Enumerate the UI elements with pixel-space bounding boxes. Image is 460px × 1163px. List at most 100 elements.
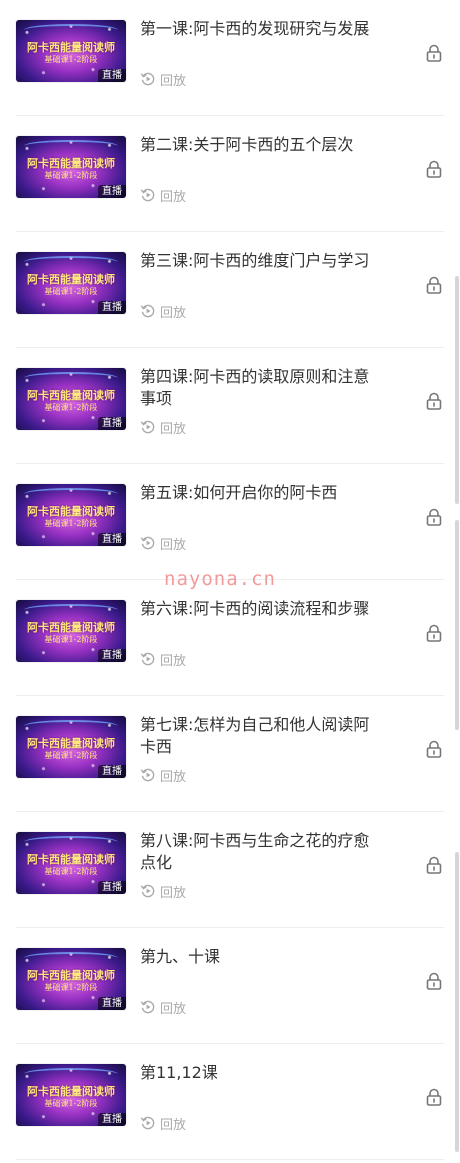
lesson-item[interactable]: 阿卡西能量阅读师 基础课1-2阶段 直播 第九、十课 回放 [0, 928, 460, 1044]
replay-label[interactable]: 回放 [140, 882, 187, 901]
live-badge: 直播 [98, 997, 126, 1010]
replay-label[interactable]: 回放 [140, 186, 187, 205]
replay-text: 回放 [160, 73, 187, 89]
thumbnail-subtitle: 基础课1-2阶段 [44, 287, 98, 296]
replay-icon [140, 1000, 155, 1014]
lesson-title[interactable]: 第一课:阿卡西的发现研究与发展 [140, 18, 380, 40]
replay-icon [140, 768, 155, 782]
lesson-thumbnail[interactable]: 阿卡西能量阅读师 基础课1-2阶段 直播 [16, 832, 126, 894]
lesson-thumbnail[interactable]: 阿卡西能量阅读师 基础课1-2阶段 直播 [16, 600, 126, 662]
replay-icon [140, 188, 155, 202]
replay-label[interactable]: 回放 [140, 1114, 187, 1133]
lesson-thumbnail[interactable]: 阿卡西能量阅读师 基础课1-2阶段 直播 [16, 948, 126, 1010]
lesson-title[interactable]: 第11,12课 [140, 1062, 380, 1084]
thumbnail-arch [24, 1068, 118, 1080]
replay-label[interactable]: 回放 [140, 650, 187, 669]
replay-icon [140, 304, 155, 318]
live-badge: 直播 [98, 765, 126, 778]
lesson-thumbnail[interactable]: 阿卡西能量阅读师 基础课1-2阶段 直播 [16, 1064, 126, 1126]
lesson-item[interactable]: 阿卡西能量阅读师 基础课1-2阶段 直播 第七课:怎样为自己和他人阅读阿卡西 回放 [0, 696, 460, 812]
replay-icon [140, 884, 155, 898]
lock-icon[interactable] [424, 275, 444, 295]
live-badge: 直播 [98, 417, 126, 430]
lesson-title[interactable]: 第二课:关于阿卡西的五个层次 [140, 134, 380, 156]
thumbnail-subtitle: 基础课1-2阶段 [44, 635, 98, 644]
live-badge: 直播 [98, 1113, 126, 1126]
lock-icon[interactable] [424, 623, 444, 643]
scrollbar-bottom[interactable] [455, 852, 459, 1152]
lesson-item[interactable]: 阿卡西能量阅读师 基础课1-2阶段 直播 第四课:阿卡西的读取原则和注意事项回放 [0, 348, 460, 464]
thumbnail-arch [24, 836, 118, 848]
replay-text: 回放 [160, 885, 187, 901]
thumbnail-title: 阿卡西能量阅读师 [27, 853, 115, 866]
lock-icon[interactable] [424, 391, 444, 411]
thumbnail-arch [24, 140, 118, 152]
thumbnail-arch [24, 256, 118, 268]
lesson-title[interactable]: 第六课:阿卡西的阅读流程和步骤 [140, 598, 380, 620]
thumbnail-arch [24, 720, 118, 732]
replay-text: 回放 [160, 305, 187, 321]
lesson-title[interactable]: 第七课:怎样为自己和他人阅读阿卡西 [140, 714, 380, 758]
lesson-item[interactable]: 阿卡西能量阅读师 基础课1-2阶段 直播 第八课:阿卡西与生命之花的疗愈点化 回放 [0, 812, 460, 928]
lesson-item[interactable]: 阿卡西能量阅读师 基础课1-2阶段 直播 第五课:如何开启你的阿卡西 回放 [0, 464, 460, 580]
replay-label[interactable]: 回放 [140, 418, 187, 437]
replay-label[interactable]: 回放 [140, 766, 186, 785]
lesson-thumbnail[interactable]: 阿卡西能量阅读师 基础课1-2阶段 直播 [16, 252, 126, 314]
replay-text: 回放 [160, 1001, 187, 1017]
live-badge: 直播 [98, 301, 126, 314]
lock-icon[interactable] [424, 507, 444, 527]
thumbnail-subtitle: 基础课1-2阶段 [44, 983, 98, 992]
replay-text: 回放 [160, 653, 187, 669]
live-badge: 直播 [98, 533, 126, 546]
replay-icon [140, 652, 155, 666]
lesson-item[interactable]: 阿卡西能量阅读师 基础课1-2阶段 直播 第二课:关于阿卡西的五个层次回放 [0, 116, 460, 232]
live-badge: 直播 [98, 649, 126, 662]
lesson-item[interactable]: 阿卡西能量阅读师 基础课1-2阶段 直播 第六课:阿卡西的阅读流程和步骤 回放 [0, 580, 460, 696]
lock-icon[interactable] [424, 739, 444, 759]
lesson-thumbnail[interactable]: 阿卡西能量阅读师 基础课1-2阶段 直播 [16, 368, 126, 430]
thumbnail-title: 阿卡西能量阅读师 [27, 969, 115, 982]
thumbnail-title: 阿卡西能量阅读师 [27, 621, 115, 634]
lock-icon[interactable] [424, 43, 444, 63]
thumbnail-subtitle: 基础课1-2阶段 [44, 519, 98, 528]
lesson-title[interactable]: 第三课:阿卡西的维度门户与学习 [140, 250, 380, 272]
lesson-thumbnail[interactable]: 阿卡西能量阅读师 基础课1-2阶段 直播 [16, 20, 126, 82]
thumbnail-arch [24, 372, 118, 384]
thumbnail-title: 阿卡西能量阅读师 [27, 737, 115, 750]
replay-label[interactable]: 回放 [140, 998, 187, 1017]
live-badge: 直播 [98, 185, 126, 198]
lock-icon[interactable] [424, 1087, 444, 1107]
lesson-thumbnail[interactable]: 阿卡西能量阅读师 基础课1-2阶段 直播 [16, 484, 126, 546]
scrollbar-lower[interactable] [455, 520, 459, 730]
thumbnail-subtitle: 基础课1-2阶段 [44, 867, 98, 876]
live-badge: 直播 [98, 881, 126, 894]
lesson-title[interactable]: 第九、十课 [140, 946, 380, 968]
lock-icon[interactable] [424, 971, 444, 991]
thumbnail-title: 阿卡西能量阅读师 [27, 505, 115, 518]
replay-label[interactable]: 回放 [140, 70, 187, 89]
thumbnail-subtitle: 基础课1-2阶段 [44, 171, 98, 180]
lesson-thumbnail[interactable]: 阿卡西能量阅读师 基础课1-2阶段 直播 [16, 136, 126, 198]
lock-icon[interactable] [424, 855, 444, 875]
lesson-title[interactable]: 第四课:阿卡西的读取原则和注意事项 [140, 366, 380, 410]
lesson-title[interactable]: 第五课:如何开启你的阿卡西 [140, 482, 380, 504]
replay-text: 回放 [160, 1117, 187, 1133]
replay-text: 回放 [160, 537, 187, 553]
replay-label[interactable]: 回放 [140, 534, 187, 553]
lesson-item[interactable]: 阿卡西能量阅读师 基础课1-2阶段 直播 第一课:阿卡西的发现研究与发展回放 [0, 0, 460, 116]
replay-icon [140, 420, 155, 434]
lesson-thumbnail[interactable]: 阿卡西能量阅读师 基础课1-2阶段 直播 [16, 716, 126, 778]
thumbnail-subtitle: 基础课1-2阶段 [44, 751, 98, 760]
lesson-item[interactable]: 阿卡西能量阅读师 基础课1-2阶段 直播 第11,12课回放 [0, 1044, 460, 1160]
lesson-item[interactable]: 阿卡西能量阅读师 基础课1-2阶段 直播 第三课:阿卡西的维度门户与学习回放 [0, 232, 460, 348]
thumbnail-arch [24, 488, 118, 500]
replay-icon [140, 72, 155, 86]
scrollbar-upper[interactable] [455, 276, 459, 504]
replay-text: 回放 [160, 189, 187, 205]
replay-icon [140, 536, 155, 550]
replay-text: 回放 [160, 421, 187, 437]
lock-icon[interactable] [424, 159, 444, 179]
lesson-title[interactable]: 第八课:阿卡西与生命之花的疗愈点化 [140, 830, 380, 874]
replay-label[interactable]: 回放 [140, 302, 187, 321]
thumbnail-arch [24, 24, 118, 36]
